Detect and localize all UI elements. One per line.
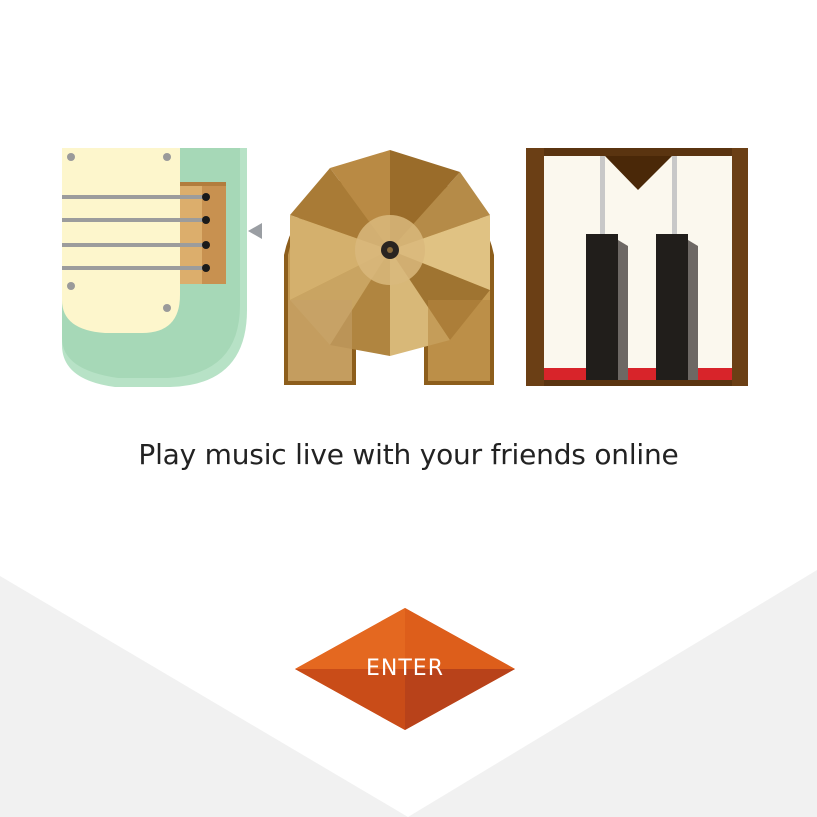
enter-button[interactable]: ENTER <box>295 608 515 730</box>
tagline: Play music live with your friends online <box>138 438 679 471</box>
piano-letter-m-icon <box>526 148 748 386</box>
guitar-letter-j-icon <box>62 148 262 387</box>
jam-logo <box>0 0 817 420</box>
landing-page: Play music live with your friends online… <box>0 0 817 817</box>
enter-button-label: ENTER <box>366 656 444 681</box>
record-letter-a-icon <box>284 150 494 385</box>
